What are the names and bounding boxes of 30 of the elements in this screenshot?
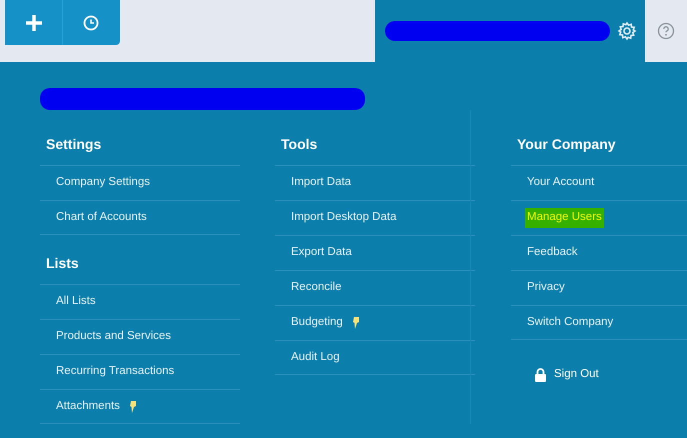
lock-icon: [535, 368, 546, 382]
sign-out-link[interactable]: Sign Out: [535, 366, 599, 384]
menu-link[interactable]: Feedback: [525, 243, 580, 263]
menu-link[interactable]: All Lists: [54, 292, 98, 312]
plus-icon: [24, 12, 44, 32]
menu-link[interactable]: Company Settings: [54, 173, 152, 193]
section-heading: Lists: [46, 254, 79, 273]
menu-link[interactable]: Attachments: [54, 396, 122, 416]
menu-link[interactable]: Chart of Accounts: [54, 208, 149, 228]
account-tab[interactable]: [375, 0, 645, 62]
settings-icon[interactable]: [617, 21, 637, 41]
clock-icon: [83, 14, 99, 30]
menu-link[interactable]: Switch Company: [525, 312, 616, 332]
menu-link[interactable]: Products and Services: [54, 327, 174, 347]
menu-link[interactable]: Import Desktop Data: [289, 208, 398, 228]
menu-link[interactable]: Recurring Transactions: [54, 362, 176, 382]
menu-link[interactable]: Budgeting: [289, 313, 345, 333]
section-heading: Your Company: [517, 135, 616, 154]
pin-icon: [130, 400, 137, 412]
help-icon[interactable]: [657, 22, 675, 40]
menu-link[interactable]: Audit Log: [289, 348, 342, 368]
pin-icon: [352, 317, 360, 329]
section-heading: Tools: [281, 135, 318, 154]
menu-link[interactable]: Reconcile: [289, 278, 344, 298]
menu-link[interactable]: Export Data: [289, 243, 354, 263]
menu-link[interactable]: Import Data: [289, 173, 354, 193]
menu-link[interactable]: Your Account: [525, 173, 596, 193]
section-heading: Settings: [46, 135, 102, 154]
menu-link[interactable]: Manage Users: [525, 208, 604, 228]
menu-link[interactable]: Privacy: [525, 278, 567, 298]
